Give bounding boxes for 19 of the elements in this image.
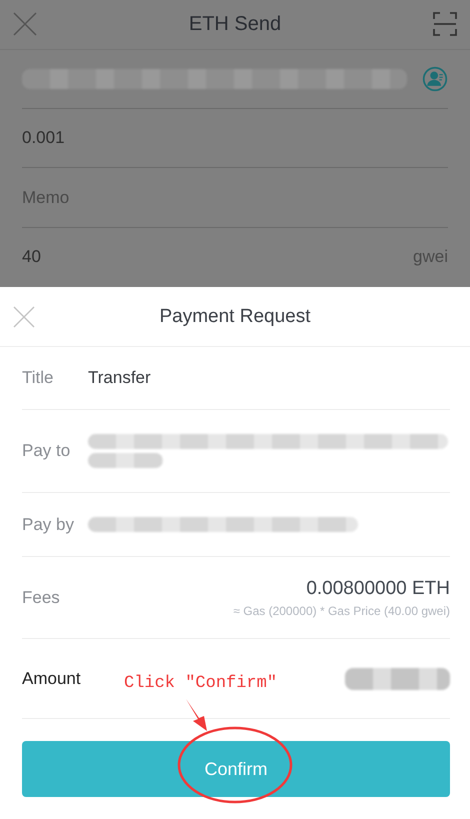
annotation-text: Click ″Confirm″: [124, 674, 278, 693]
sheet-title: Payment Request: [159, 306, 311, 328]
row-label: Title: [22, 368, 54, 388]
row-label: Fees: [22, 588, 61, 608]
fee-detail: ≈ Gas (200000) * Gas Price (40.00 gwei): [233, 604, 450, 618]
gas-price-field[interactable]: 40: [22, 246, 41, 267]
close-icon[interactable]: [12, 305, 36, 329]
fee-value: 0.00800000 ETH: [306, 578, 450, 600]
contact-icon[interactable]: [422, 66, 448, 92]
row-label: Pay to: [22, 441, 72, 461]
annotation-arrow-icon: [184, 697, 210, 733]
row-label: Pay by: [22, 514, 75, 534]
scan-icon[interactable]: [432, 11, 458, 38]
row-value: Transfer: [88, 368, 151, 388]
close-icon[interactable]: [12, 11, 38, 38]
amount-field[interactable]: 0.001: [22, 128, 65, 148]
row-label: Amount: [22, 668, 82, 688]
confirm-button[interactable]: Confirm: [22, 741, 450, 797]
screen-title: ETH Send: [188, 12, 282, 36]
